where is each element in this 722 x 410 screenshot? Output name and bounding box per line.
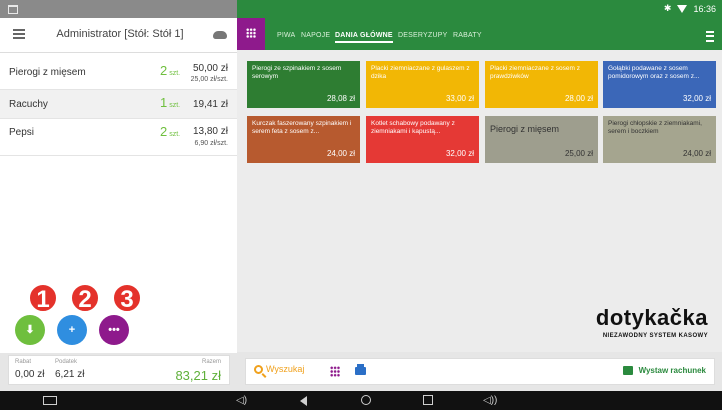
discount-label: Rabat <box>15 359 32 365</box>
order-item-price: 13,80 zł <box>192 126 228 137</box>
keypad-icon <box>246 28 256 38</box>
product-tile[interactable]: Gołąbki podawane z sosem pomidorowym ora… <box>603 61 716 108</box>
order-item[interactable]: Racuchy 1 szt. 19,41 zł <box>0 90 237 119</box>
bottom-action-bar: Wyszukaj Wystaw rachunek <box>245 358 715 385</box>
product-price: 28,00 zł <box>564 94 593 103</box>
product-tile[interactable]: Kotlet schabowy podawany z ziemniakami i… <box>366 116 479 163</box>
product-name: Gołąbki podawane z sosem pomidorowym ora… <box>608 65 700 80</box>
badge-2: 2 <box>70 283 100 313</box>
order-item-name: Racuchy <box>9 99 48 110</box>
search-label: Wyszukaj <box>266 364 305 374</box>
order-item[interactable]: Pepsi 2 szt. 13,80 zł 6,90 zł/szt. <box>0 119 237 156</box>
product-name: Placki ziemniaczane z sosem z prawdziwkó… <box>490 65 580 80</box>
tax-label: Podatek <box>55 359 78 365</box>
printer-icon[interactable] <box>355 364 366 375</box>
tab-rabaty[interactable]: RABATY <box>453 32 482 39</box>
total-value: 83,21 zł <box>175 368 221 383</box>
download-button[interactable]: ⬇ <box>15 315 45 345</box>
product-name: Pierogi z mięsem <box>490 124 560 134</box>
category-bar: PIWA NAPOJE DANIA GŁÓWNE DESERY ZUPY RAB… <box>265 18 722 50</box>
screenshot-icon[interactable] <box>43 396 57 405</box>
product-name: Pierogi chłopskie z ziemniakami, serem i… <box>608 120 702 135</box>
product-name: Pierogi ze szpinakiem z sosem serowym <box>252 65 342 80</box>
order-item-unit-price: 6,90 zł/szt. <box>194 140 228 147</box>
product-price: 33,00 zł <box>445 94 474 103</box>
list-view-icon[interactable] <box>706 31 714 42</box>
back-icon[interactable] <box>300 396 307 406</box>
order-header: Administrator [Stół: Stół 1] <box>0 18 237 53</box>
wifi-icon <box>677 4 688 13</box>
window-icon <box>8 5 18 14</box>
keypad-button[interactable] <box>330 366 340 377</box>
badge-3: 3 <box>112 283 142 313</box>
order-item-qty: 2 szt. <box>160 63 181 78</box>
product-price: 24,00 zł <box>326 149 355 158</box>
tab-piwa[interactable]: PIWA <box>277 32 295 39</box>
product-price: 32,00 zł <box>682 94 711 103</box>
order-item-name: Pierogi z mięsem <box>9 67 86 78</box>
volume-up-icon[interactable]: ◁)) <box>483 395 497 406</box>
badge-1: 1 <box>28 283 58 313</box>
product-tile[interactable]: Kurczak faszerowany szpinakiem i serem f… <box>247 116 360 163</box>
tab-desery[interactable]: DESERY <box>398 32 428 39</box>
product-tile[interactable]: Pierogi chłopskie z ziemniakami, serem i… <box>603 116 716 163</box>
status-bar-left <box>0 0 237 18</box>
order-item-unit-price: 25,00 zł/szt. <box>190 76 228 83</box>
issue-bill-button[interactable]: Wystaw rachunek <box>622 366 706 375</box>
product-price: 24,00 zł <box>682 149 711 158</box>
table-title: Administrator [Stół: Stół 1] <box>56 28 184 40</box>
dotykacka-logo: dotykačka NIEZAWODNY SYSTEM KASOWY <box>596 305 708 339</box>
product-name: Placki ziemniaczane z gulaszem z dzika <box>371 65 470 80</box>
cloud-icon[interactable] <box>213 31 227 39</box>
order-item-price: 19,41 zł <box>192 99 228 110</box>
logo-tagline: NIEZAWODNY SYSTEM KASOWY <box>602 333 708 339</box>
discount-value: 0,00 zł <box>15 369 45 380</box>
system-nav-bar: ◁) ◁)) <box>0 391 722 410</box>
product-tile[interactable]: Placki ziemniaczane z sosem z prawdziwkó… <box>485 61 598 108</box>
tax-value: 6,21 zł <box>55 369 85 380</box>
status-bar-right: ✱ 16:36 <box>237 0 722 18</box>
order-item-name: Pepsi <box>9 127 35 138</box>
total-label: Razem <box>201 359 221 365</box>
home-icon[interactable] <box>361 395 371 405</box>
order-item-price: 50,00 zł <box>192 63 228 74</box>
order-item[interactable]: Pierogi z mięsem 2 szt. 50,00 zł 25,00 zł… <box>0 53 237 90</box>
product-price: 32,00 zł <box>445 149 474 158</box>
order-item-qty: 2 szt. <box>160 124 181 139</box>
order-item-qty: 1 szt. <box>160 95 181 110</box>
bluetooth-icon: ✱ <box>663 3 672 13</box>
product-area: Pierogi ze szpinakiem z sosem serowym 28… <box>237 50 722 352</box>
volume-down-icon[interactable]: ◁) <box>236 395 247 406</box>
product-tile[interactable]: Pierogi z mięsem 25,00 zł <box>485 116 598 163</box>
tab-napoje[interactable]: NAPOJE <box>301 32 330 39</box>
more-button[interactable]: ••• <box>99 315 129 345</box>
wallet-icon <box>622 366 633 375</box>
tab-zupy[interactable]: ZUPY <box>428 32 447 39</box>
issue-bill-label: Wystaw rachunek <box>638 366 706 375</box>
search-button[interactable]: Wyszukaj <box>254 364 304 374</box>
product-tile[interactable]: Pierogi ze szpinakiem z sosem serowym 28… <box>247 61 360 108</box>
recent-apps-icon[interactable] <box>423 395 433 405</box>
add-guest-button[interactable]: + <box>57 315 87 345</box>
product-name: Kotlet schabowy podawany z ziemniakami i… <box>371 120 455 135</box>
tab-dania-glowne[interactable]: DANIA GŁÓWNE <box>335 32 393 43</box>
search-icon <box>254 364 263 374</box>
product-price: 28,08 zł <box>326 94 355 103</box>
product-price: 25,00 zł <box>564 149 593 158</box>
keypad-toggle[interactable] <box>237 18 265 50</box>
totals-bar: Rabat 0,00 zł Podatek 6,21 zł Razem 83,2… <box>8 355 230 385</box>
product-tile[interactable]: Placki ziemniaczane z gulaszem z dzika 3… <box>366 61 479 108</box>
logo-wordmark: dotykačka <box>595 305 708 330</box>
order-panel: Pierogi z mięsem 2 szt. 50,00 zł 25,00 zł… <box>0 53 237 353</box>
product-name: Kurczak faszerowany szpinakiem i serem f… <box>252 120 352 135</box>
clock: 16:36 <box>693 3 716 14</box>
